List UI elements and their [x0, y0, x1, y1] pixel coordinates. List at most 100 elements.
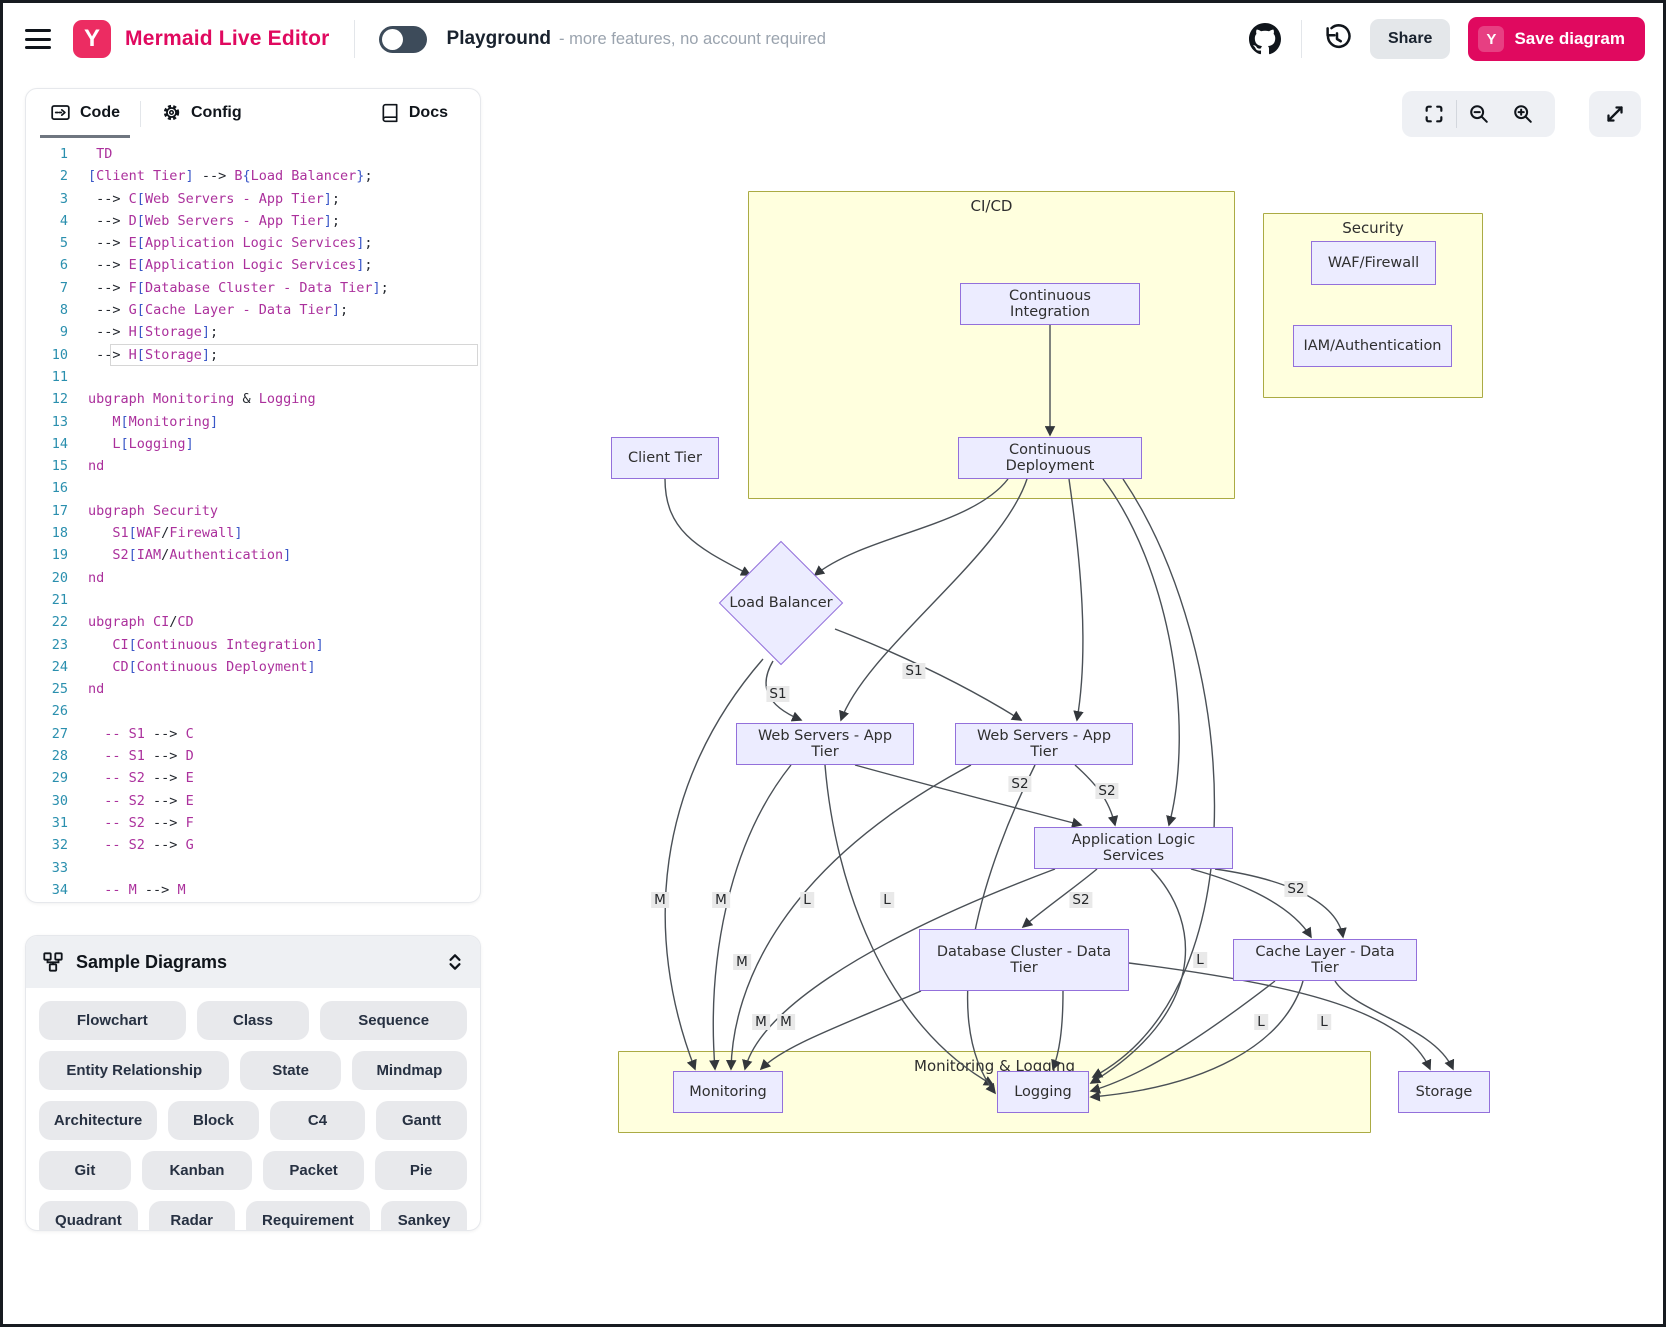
line-number: 1 [26, 143, 88, 165]
diagram-node-cd: Continuous Deployment [958, 437, 1142, 479]
code-line: 17ubgraph Security [26, 500, 480, 522]
tab-docs[interactable]: Docs [370, 91, 458, 138]
line-number: 16 [26, 477, 88, 499]
code-line: 26 [26, 700, 480, 722]
sample-button-git[interactable]: Git [39, 1151, 131, 1190]
sample-button-c4[interactable]: C4 [270, 1101, 365, 1140]
code-text: --> E[Application Logic Services]; [88, 232, 480, 254]
line-number: 31 [26, 812, 88, 834]
sample-button-quadrant[interactable]: Quadrant [39, 1201, 138, 1231]
diagram-node-g: Cache Layer - Data Tier [1233, 939, 1417, 981]
sample-button-kanban[interactable]: Kanban [142, 1151, 252, 1190]
code-line: 33 [26, 857, 480, 879]
zoom-out-button[interactable] [1457, 103, 1501, 125]
code-text: CD[Continuous Deployment] [88, 656, 480, 678]
code-text: S2[IAM/Authentication] [88, 544, 480, 566]
collapse-samples-button[interactable] [446, 952, 464, 972]
expand-icon [1603, 102, 1627, 126]
fit-view-button[interactable] [1412, 103, 1456, 125]
code-line: 34 -- M --> M [26, 879, 480, 901]
diagram-node-client: Client Tier [611, 437, 719, 479]
history-icon [1322, 24, 1352, 54]
sample-button-packet[interactable]: Packet [263, 1151, 364, 1190]
code-line: 16 [26, 477, 480, 499]
sample-button-sequence[interactable]: Sequence [320, 1001, 467, 1040]
sample-button-pie[interactable]: Pie [375, 1151, 467, 1190]
code-text: --> C[Web Servers - App Tier]; [88, 188, 480, 210]
gear-icon [161, 102, 182, 123]
line-number: 5 [26, 232, 88, 254]
line-number: 26 [26, 700, 88, 722]
tab-code[interactable]: Code [40, 90, 130, 138]
edge-label-l: L [880, 892, 894, 908]
code-text: --> G[Cache Layer - Data Tier]; [88, 299, 480, 321]
sample-button-sankey[interactable]: Sankey [381, 1201, 467, 1231]
sample-button-radar[interactable]: Radar [149, 1201, 235, 1231]
line-number: 7 [26, 277, 88, 299]
history-button[interactable] [1322, 24, 1352, 54]
diagram-node-mon: Monitoring [673, 1071, 783, 1113]
line-number: 8 [26, 299, 88, 321]
editor-panel: Code Config Docs 1 TD2[Client Tier] [25, 88, 481, 903]
line-number: 12 [26, 388, 88, 410]
sample-button-mindmap[interactable]: Mindmap [352, 1051, 467, 1090]
code-line: 32 -- S2 --> G [26, 834, 480, 856]
sample-row: Entity Relationship State Mindmap [39, 1051, 467, 1090]
mode-label: Playground [447, 28, 552, 50]
diagram-canvas[interactable]: CI/CDSecurityMonitoring & LoggingContinu… [503, 83, 1666, 1258]
line-number: 10 [26, 344, 88, 366]
save-diagram-button[interactable]: Y Save diagram [1468, 17, 1645, 61]
code-line: 5 --> E[Application Logic Services]; [26, 232, 480, 254]
code-text: --> E[Application Logic Services]; [88, 254, 480, 276]
sample-row: Quadrant Radar Requirement Sankey [39, 1201, 467, 1231]
tab-docs-label: Docs [409, 104, 448, 122]
line-number: 6 [26, 254, 88, 276]
save-diagram-label: Save diagram [1514, 29, 1625, 49]
sample-button-entity-relationship[interactable]: Entity Relationship [39, 1051, 229, 1090]
edge-label-m: M [777, 1014, 795, 1030]
share-button[interactable]: Share [1370, 19, 1450, 59]
playground-toggle[interactable] [379, 26, 427, 53]
edge-label-m: M [712, 892, 730, 908]
line-number: 3 [26, 188, 88, 210]
edge-label-m: M [752, 1014, 770, 1030]
menu-icon[interactable] [25, 29, 51, 49]
code-text: -- S2 --> E [88, 767, 480, 789]
sample-button-architecture[interactable]: Architecture [39, 1101, 157, 1140]
github-button[interactable] [1249, 23, 1281, 55]
code-editor[interactable]: 1 TD2[Client Tier] --> B{Load Balancer};… [26, 139, 480, 903]
sample-button-class[interactable]: Class [197, 1001, 310, 1040]
sample-button-requirement[interactable]: Requirement [246, 1201, 371, 1231]
diagram-node-ci: Continuous Integration [960, 283, 1140, 325]
zoom-out-icon [1468, 103, 1490, 125]
expand-view-button[interactable] [1589, 91, 1641, 137]
code-line: 9 --> H[Storage]; [26, 321, 480, 343]
tab-config[interactable]: Config [151, 90, 252, 138]
line-number: 13 [26, 411, 88, 433]
app-title: Mermaid Live Editor [125, 27, 330, 51]
code-text: ubgraph Monitoring & Logging [88, 388, 480, 410]
sample-diagrams-title: Sample Diagrams [76, 952, 227, 973]
edge-label-l: L [800, 892, 814, 908]
sample-button-gantt[interactable]: Gantt [376, 1101, 467, 1140]
sample-button-flowchart[interactable]: Flowchart [39, 1001, 186, 1040]
code-line: 6 --> E[Application Logic Services]; [26, 254, 480, 276]
line-number: 23 [26, 634, 88, 656]
sample-diagrams-panel: Sample Diagrams Flowchart Class Sequence En… [25, 935, 481, 1231]
code-text: M[Monitoring] [88, 411, 480, 433]
edge-g-to-log [1091, 981, 1275, 1091]
diagram-node-h: Storage [1398, 1071, 1490, 1113]
sample-diagrams-header: Sample Diagrams [26, 936, 480, 988]
header-divider [354, 20, 355, 58]
code-text: -- S2 --> E [88, 790, 480, 812]
tab-config-label: Config [191, 104, 242, 122]
edge-cd-to-c [841, 479, 1027, 720]
zoom-in-button[interactable] [1501, 103, 1545, 125]
edge-label-s2: S2 [1284, 881, 1307, 897]
line-number: 2 [26, 165, 88, 187]
code-text: nd [88, 455, 480, 477]
sample-button-state[interactable]: State [240, 1051, 340, 1090]
code-text [88, 589, 480, 611]
line-number: 30 [26, 790, 88, 812]
sample-button-block[interactable]: Block [168, 1101, 259, 1140]
